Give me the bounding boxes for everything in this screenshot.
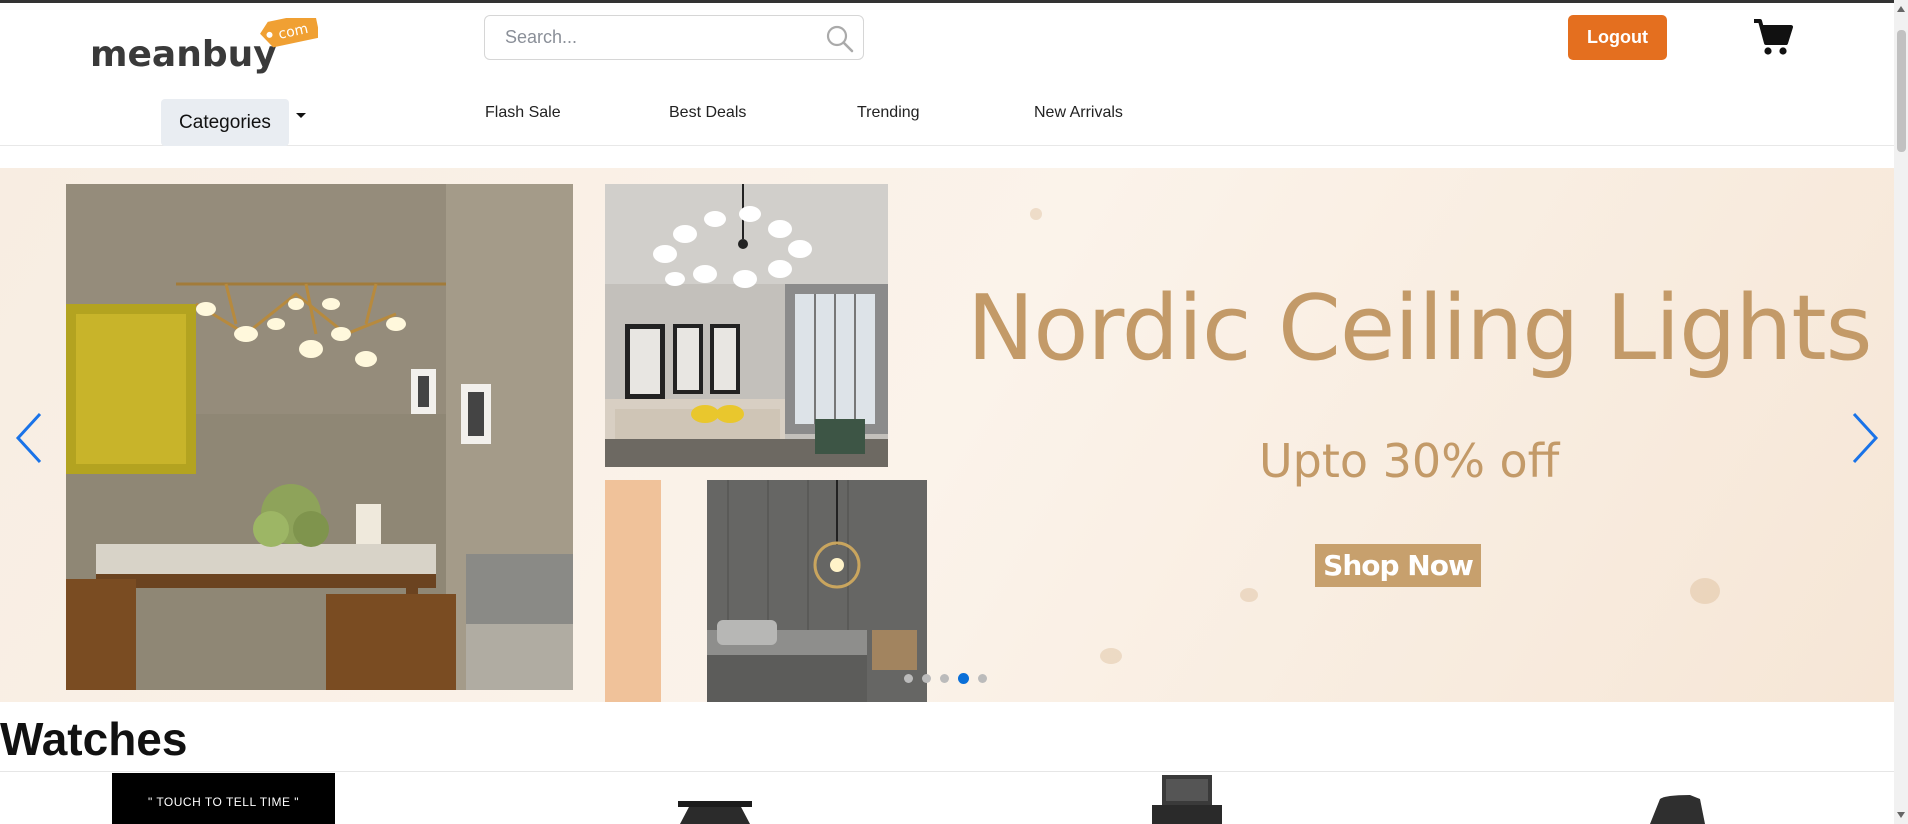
- nav-link-flash-sale[interactable]: Flash Sale: [485, 104, 561, 122]
- nav-link-new-arrivals[interactable]: New Arrivals: [1034, 104, 1123, 122]
- watch-image: [678, 801, 752, 824]
- hero-carousel[interactable]: Nordic Ceiling Lights Upto 30% off Shop …: [0, 168, 1894, 702]
- shop-now-button[interactable]: Shop Now: [1315, 544, 1481, 587]
- product-overlay-text: " TOUCH TO TELL TIME ": [147, 795, 300, 809]
- product-card[interactable]: [670, 773, 760, 824]
- decor-stain: [1030, 208, 1042, 220]
- watch-image: [1650, 795, 1705, 824]
- logo-wordmark: meanbuy: [90, 34, 277, 75]
- scrollbar-thumb[interactable]: [1897, 30, 1906, 152]
- decor-stain: [1240, 588, 1258, 602]
- caret-down-icon[interactable]: [296, 113, 306, 118]
- nav-link-trending[interactable]: Trending: [857, 104, 920, 122]
- chevron-left-icon: [15, 412, 42, 464]
- carousel-next-button[interactable]: [1846, 408, 1886, 468]
- chevron-right-icon: [1852, 412, 1879, 464]
- decor-stain: [1690, 578, 1720, 604]
- meanbuy-logo[interactable]: meanbuy com: [88, 18, 318, 76]
- section-title-watches: Watches: [0, 713, 188, 765]
- watch-image: [1152, 775, 1222, 824]
- scroll-up-icon[interactable]: [1897, 6, 1905, 12]
- dining-room-photo: [66, 184, 573, 690]
- search-icon[interactable]: [825, 24, 855, 54]
- section-divider: [0, 771, 1894, 772]
- product-card[interactable]: " TOUCH TO TELL TIME ": [112, 773, 335, 824]
- product-card[interactable]: [1630, 773, 1720, 824]
- page-scrollbar[interactable]: [1894, 0, 1908, 824]
- nav-link-best-deals[interactable]: Best Deals: [669, 104, 746, 122]
- search-bar[interactable]: [484, 15, 864, 60]
- window-top-border: [0, 0, 1908, 3]
- banner-subtitle: Upto 30% off: [1259, 434, 1560, 488]
- scroll-down-icon[interactable]: [1897, 812, 1905, 818]
- carousel-dot-3[interactable]: [940, 674, 949, 683]
- chandelier-living-room-photo: [605, 184, 888, 467]
- carousel-dot-5[interactable]: [978, 674, 987, 683]
- search-input[interactable]: [485, 16, 815, 59]
- bedroom-pendant-photo: [707, 480, 927, 702]
- carousel-dot-1[interactable]: [904, 674, 913, 683]
- carousel-prev-button[interactable]: [8, 408, 48, 468]
- carousel-dot-4[interactable]: [958, 673, 969, 684]
- decor-stain: [1100, 648, 1122, 664]
- decor-strip: [605, 480, 661, 702]
- categories-button[interactable]: Categories: [161, 99, 289, 146]
- product-card[interactable]: [1142, 773, 1232, 824]
- shopping-cart-icon[interactable]: [1752, 16, 1794, 58]
- main-nav: Categories Flash Sale Best Deals Trendin…: [0, 96, 1894, 146]
- carousel-dot-2[interactable]: [922, 674, 931, 683]
- logout-button[interactable]: Logout: [1568, 15, 1667, 60]
- carousel-indicators: [904, 673, 987, 686]
- banner-title: Nordic Ceiling Lights: [967, 276, 1873, 381]
